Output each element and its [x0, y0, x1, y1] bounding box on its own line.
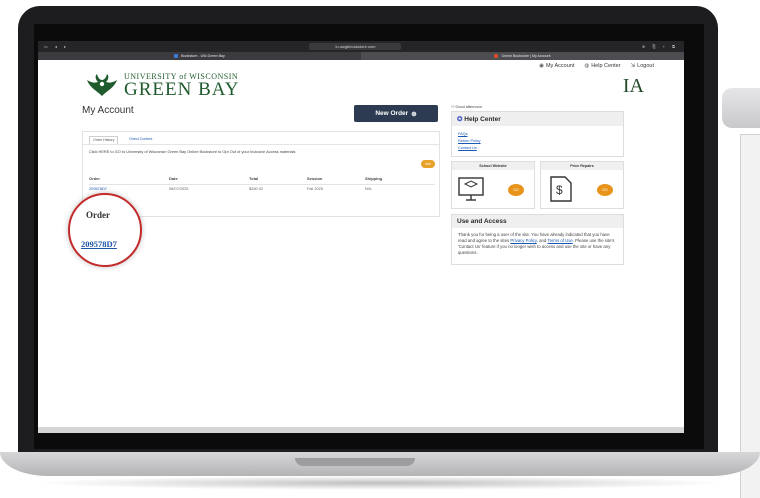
browser-tab-account[interactable]: Online Bookstore | My Account — [361, 52, 684, 60]
col-date: Date — [169, 176, 178, 181]
help-center-heading: ✪ Help Center — [452, 112, 623, 126]
tab-bar: Bookstore - UW-Green Bay Online Bookstor… — [38, 52, 684, 60]
col-total: Total — [249, 176, 259, 181]
order-zoom-callout: Order 209578D7 — [68, 193, 142, 267]
quick-links: School Website GO Price Repairs $ GO — [451, 161, 624, 209]
use-access-text: Thank you for being a user of the site. … — [458, 232, 615, 255]
school-website-card[interactable]: School Website GO — [451, 161, 535, 209]
school-website-label: School Website — [452, 162, 534, 170]
optout-message[interactable]: Click HERE to GO to University of Wiscon… — [83, 145, 439, 158]
invoice-dollar-icon: $ — [550, 176, 572, 202]
faqs-link[interactable]: FAQs — [458, 132, 617, 136]
order-total: $280.02 — [249, 186, 264, 191]
laptop-screen: ▭ ◂ ▸ iu.uwgbbookstore.com ⊕ ⎘ + ⧉ Books… — [38, 41, 684, 433]
callout-order-header: Order — [86, 210, 110, 220]
favicon-icon — [494, 54, 499, 58]
user-icon: ◉ — [539, 62, 544, 69]
arrow-circle-icon: ⊕ — [411, 110, 417, 118]
contact-us-link[interactable]: Contact Us — [458, 146, 617, 150]
terms-of-use-link[interactable]: Terms of Use — [547, 238, 572, 243]
logout-link[interactable]: ⇲ Logout — [631, 63, 654, 69]
address-bar[interactable]: iu.uwgbbookstore.com — [309, 43, 402, 50]
info-badge[interactable]: Info — [421, 160, 435, 168]
table-row[interactable]: 209578D7 08/07/2025 $280.02 Fall 2025 N/… — [89, 186, 435, 194]
account-content: My Account New Order ⊕ Order History Dir… — [38, 101, 684, 401]
use-access-heading: Use and Access — [452, 215, 623, 228]
page-title: My Account — [82, 105, 134, 116]
privacy-policy-link[interactable]: Privacy Policy — [510, 238, 536, 243]
wordmark-line2: GREEN BAY — [124, 79, 240, 100]
tab-label: Online Bookstore | My Account — [501, 54, 551, 58]
favicon-icon — [174, 54, 179, 58]
order-date: 08/07/2025 — [169, 186, 189, 191]
order-session: Fall 2025 — [307, 186, 324, 191]
browser-tab-bookstore[interactable]: Bookstore - UW-Green Bay — [38, 52, 361, 60]
window-controls-icon[interactable]: ▭ ◂ ▸ — [44, 44, 69, 49]
account-sidebar: ⚇ Good afternoon ✪ Help Center FAQs Retu… — [451, 101, 624, 269]
graduation-cap-monitor-icon — [458, 177, 484, 201]
help-links: FAQs Return Policy Contact Us — [452, 126, 623, 156]
svg-text:$: $ — [556, 183, 563, 197]
orders-table-header: Order Date Total Session Shipping — [89, 176, 435, 185]
scene: ▭ ◂ ▸ iu.uwgbbookstore.com ⊕ ⎘ + ⧉ Books… — [0, 0, 760, 498]
help-center-box: ✪ Help Center FAQs Return Policy Contact… — [451, 111, 624, 157]
laptop-shadow — [30, 476, 730, 490]
account-tabs: Order History Direct Content — [83, 132, 439, 145]
phoenix-icon — [87, 73, 117, 96]
site-header: UNIVERSITY of WISCONSIN GREEN BAY IA — [38, 71, 684, 101]
go-button[interactable]: GO — [597, 184, 613, 196]
use-access-box: Use and Access Thank you for being a use… — [451, 214, 624, 265]
col-shipping: Shipping — [365, 176, 383, 181]
laptop-notch — [295, 458, 415, 466]
screen-bottom-strip — [38, 427, 684, 433]
help-center-link[interactable]: ◍ Help Center — [584, 63, 620, 69]
tab-label: Bookstore - UW-Green Bay — [181, 54, 225, 58]
logout-icon: ⇲ — [630, 62, 636, 69]
my-account-link[interactable]: ◉ My Account — [539, 63, 574, 69]
col-session: Session — [307, 176, 323, 181]
browser-toolbar: ▭ ◂ ▸ iu.uwgbbookstore.com ⊕ ⎘ + ⧉ — [38, 41, 684, 52]
tab-order-history[interactable]: Order History — [89, 136, 119, 144]
go-button[interactable]: GO — [508, 184, 524, 196]
order-history-card: Order History Direct Content Click HERE … — [82, 131, 440, 217]
background-device — [722, 88, 760, 498]
price-repairs-card[interactable]: Price Repairs $ GO — [540, 161, 624, 209]
uwgb-logo[interactable]: UNIVERSITY of WISCONSIN GREEN BAY — [86, 72, 239, 99]
new-order-label: New Order — [375, 110, 409, 117]
device-hinge — [722, 88, 760, 128]
col-order: Order — [89, 176, 100, 181]
help-icon: ◍ — [584, 62, 590, 69]
order-shipping: N/A — [365, 186, 372, 191]
return-policy-link[interactable]: Return Policy — [458, 139, 617, 143]
callout-order-number[interactable]: 209578D7 — [81, 239, 117, 249]
ia-logo: IA — [622, 75, 644, 97]
top-links: ◉ My Account ◍ Help Center ⇲ Logout — [38, 60, 684, 71]
browser-actions-icon[interactable]: ⊕ ⎘ + ⧉ — [642, 44, 678, 49]
price-repairs-label: Price Repairs — [541, 162, 623, 170]
greeting: ⚇ Good afternoon — [451, 105, 482, 109]
tab-direct-content[interactable]: Direct Content — [126, 136, 155, 144]
device-body — [740, 134, 760, 498]
wordmark: UNIVERSITY of WISCONSIN GREEN BAY — [124, 72, 239, 99]
new-order-button[interactable]: New Order ⊕ — [354, 105, 438, 122]
